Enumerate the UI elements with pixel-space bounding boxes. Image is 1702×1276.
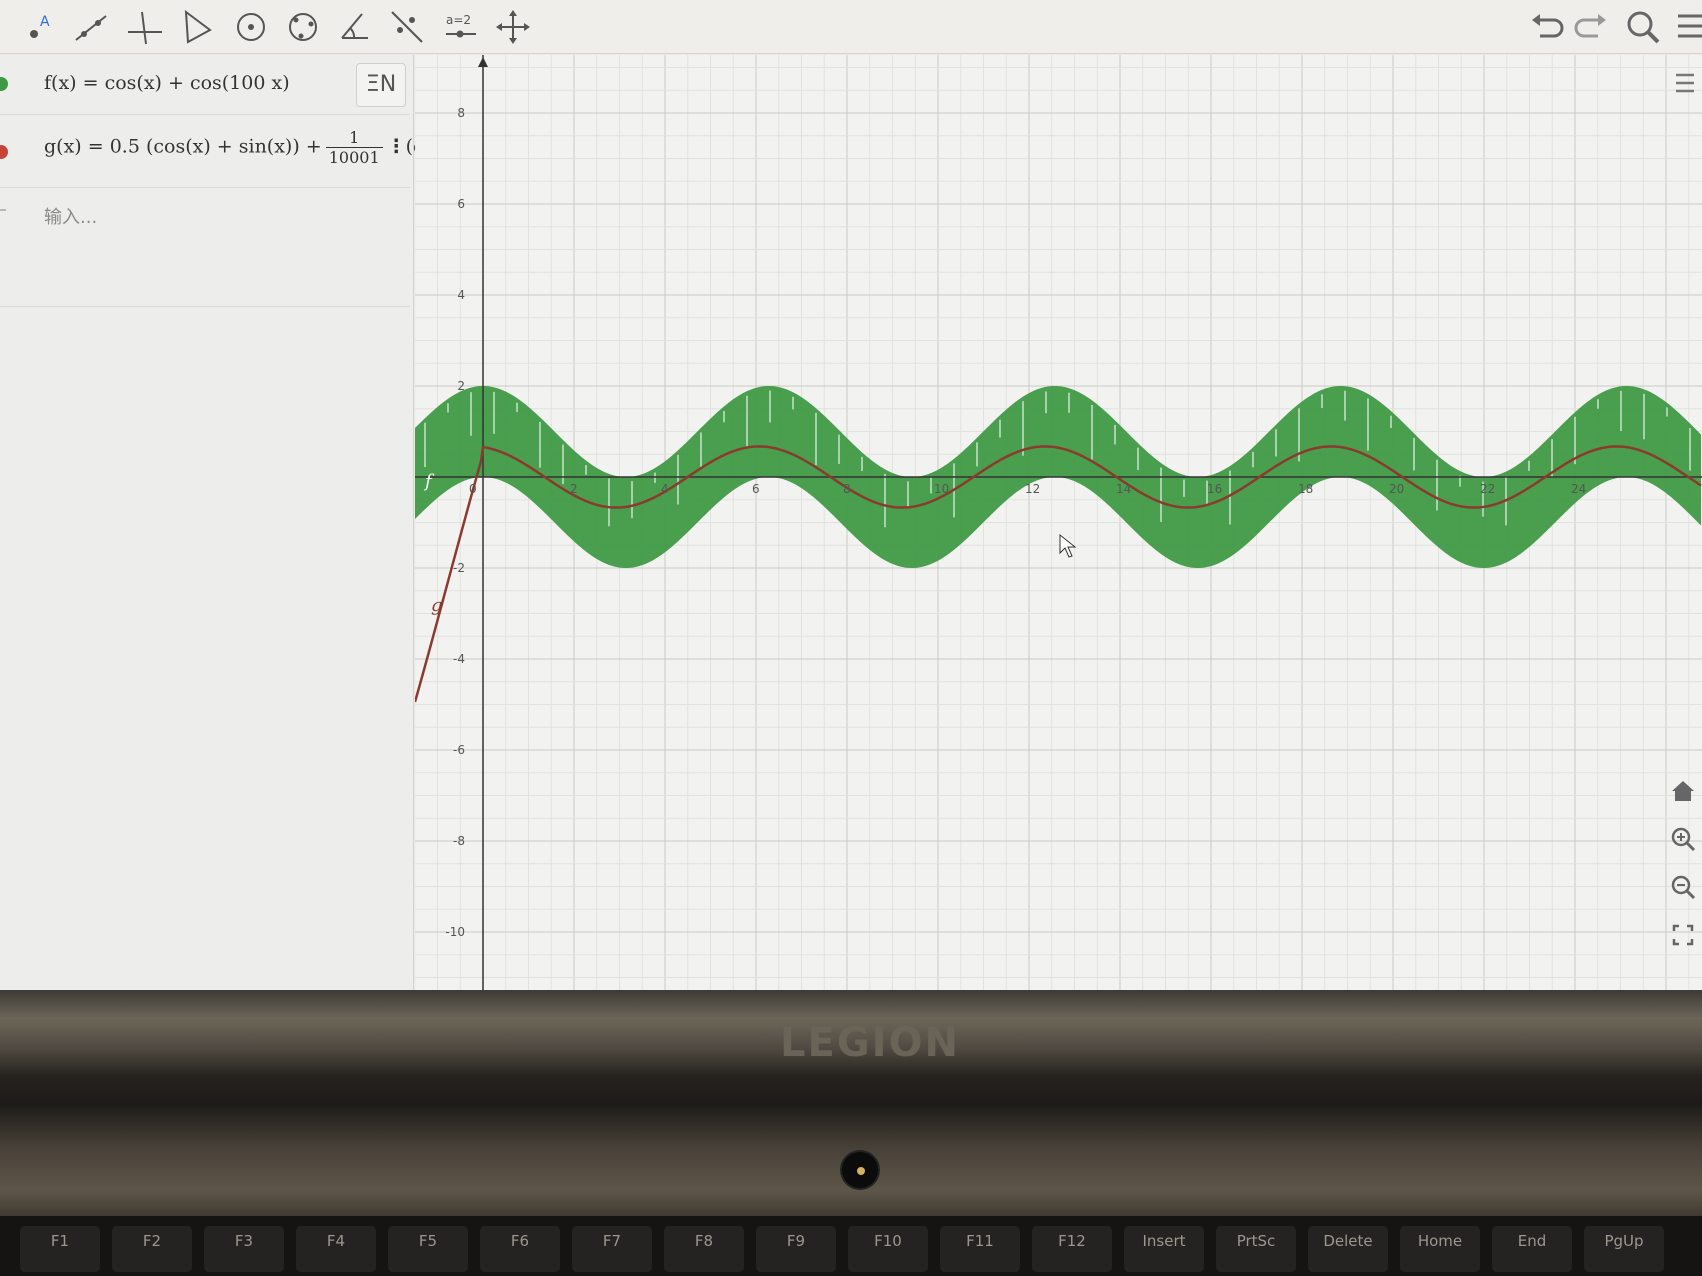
y-tick-label: 6 [457,197,465,211]
function-key: F2 [112,1226,192,1272]
search-icon[interactable] [1622,6,1664,48]
function-key: PrtSc [1216,1226,1296,1272]
slider-tool-label: a=2 [446,13,471,27]
g-overflow-dots: ⋮ [386,135,406,158]
function-key: Insert [1124,1226,1204,1272]
slider-tool-icon[interactable]: a=2 [440,6,482,48]
origin-label: 0 [469,482,477,496]
menu-icon[interactable] [1672,6,1702,48]
graphics-style-menu-icon[interactable] [1664,55,1702,115]
g-visibility-toggle[interactable] [0,145,8,159]
move-view-tool-icon[interactable] [492,6,534,48]
x-tick-label: 20 [1389,482,1404,496]
x-tick-label: 22 [1480,482,1495,496]
function-key: F1 [20,1226,100,1272]
f-expression[interactable]: f(x) = cos(x) + cos(100 x) [44,72,290,94]
graph-canvas[interactable]: 2 4 6 8 10 12 14 16 18 20 22 248642-2-4-6-8-100fg [415,55,1702,990]
algebra-view: f(x) = cos(x) + cos(100 x) ΞN g(x) = 0.5… [0,55,452,990]
g-fraction-denominator: 10001 [328,148,380,167]
function-key: F7 [572,1226,652,1272]
webcam-icon [840,1150,880,1190]
zoom-out-icon[interactable] [1665,869,1701,905]
function-key: F9 [756,1226,836,1272]
y-tick-label: -6 [453,743,465,757]
function-key: F12 [1032,1226,1112,1272]
line-tool-icon[interactable] [70,6,112,48]
undo-icon[interactable] [1526,6,1568,48]
redo-icon[interactable] [1570,6,1612,48]
input-row-marker [0,209,6,211]
home-icon[interactable] [1665,773,1701,809]
svg-text:A: A [40,14,50,30]
screen: A a=2 f(x) = cos(x) + cos(100 x) ΞN g(x)… [0,0,1702,990]
g-expression[interactable]: g(x) = 0.5 (cos(x) + sin(x)) +110001⋮(co… [44,128,452,167]
perpendicular-tool-icon[interactable] [124,6,166,48]
function-key: Delete [1308,1226,1388,1272]
y-tick-label: -8 [453,834,465,848]
y-tick-label: -4 [453,652,465,666]
algebra-input-field[interactable]: 输入... [44,203,97,229]
x-tick-label: 14 [1116,482,1131,496]
function-key: F3 [204,1226,284,1272]
g-fraction: 1 10001 [325,128,383,167]
g-fraction-numerator: 1 [325,128,383,148]
y-axis-arrow [478,57,488,67]
function-key: F10 [848,1226,928,1272]
mouse-cursor-icon [1059,533,1077,558]
zoom-in-icon[interactable] [1665,821,1701,857]
laptop-bezel: LEGION F1 F2 F3 F4 F5 F6 F7 F8 F9 F10 F11 F12 Insert… [0,990,1702,1276]
keyboard-toggle-button[interactable]: ΞN [356,63,406,107]
algebra-item-g[interactable]: g(x) = 0.5 (cos(x) + sin(x)) +110001⋮(co… [0,116,452,188]
graphics-view[interactable]: 2 4 6 8 10 12 14 16 18 20 22 24 8 6 4 2 -2 -4 -6 -8 -10 0 f g [415,55,1702,990]
y-tick-label: 4 [457,288,465,302]
function-key: F8 [664,1226,744,1272]
point-tool-icon[interactable]: A [20,6,62,48]
function-key: Home [1400,1226,1480,1272]
x-tick-label: 2 [570,482,578,496]
function-key: PgUp [1584,1226,1664,1272]
x-tick-label: 12 [1025,482,1040,496]
y-tick-label: -10 [445,925,465,939]
function-key: End [1492,1226,1572,1272]
x-tick-label: 10 [934,482,949,496]
reflect-tool-icon[interactable] [386,6,428,48]
fullscreen-icon[interactable] [1665,917,1701,953]
x-tick-label: 18 [1298,482,1313,496]
function-key: F11 [940,1226,1020,1272]
f-visibility-toggle[interactable] [0,77,8,91]
x-tick-label: 8 [843,482,851,496]
angle-tool-icon[interactable] [334,6,376,48]
g-expression-prefix: g(x) = 0.5 (cos(x) + sin(x)) + [44,135,322,158]
y-tick-label: -2 [453,561,465,575]
function-key-row: F1 F2 F3 F4 F5 F6 F7 F8 F9 F10 F11 F12 Insert PrtSc De… [0,1216,1702,1276]
x-tick-label: 24 [1571,482,1586,496]
x-tick-label: 6 [752,482,760,496]
algebra-input-row[interactable]: 输入... [0,189,410,307]
laptop-brand-logo: LEGION [780,1020,961,1066]
circle-three-points-tool-icon[interactable] [282,6,324,48]
toolbar: A a=2 [0,0,1702,54]
function-key: F5 [388,1226,468,1272]
algebra-item-f[interactable]: f(x) = cos(x) + cos(100 x) ΞN [0,55,410,115]
x-tick-label: 4 [661,482,669,496]
g-graph-label: g [431,595,443,616]
x-tick-label: 16 [1207,482,1222,496]
y-tick-label: 2 [457,379,465,393]
circle-center-tool-icon[interactable] [230,6,272,48]
polygon-tool-icon[interactable] [176,6,218,48]
y-tick-label: 8 [457,106,465,120]
function-key: F6 [480,1226,560,1272]
function-key: F4 [296,1226,376,1272]
